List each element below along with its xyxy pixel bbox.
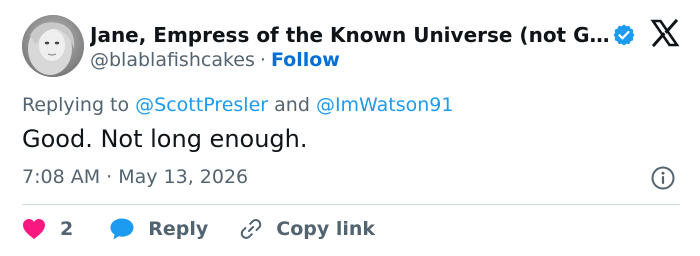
- reply-prefix: Replying to: [22, 94, 130, 116]
- info-icon[interactable]: [650, 165, 676, 191]
- heart-icon: [23, 219, 45, 239]
- reply-conjunction: and: [274, 94, 310, 116]
- copy-link-label: Copy link: [276, 218, 376, 240]
- like-count: 2: [60, 218, 74, 240]
- follow-button[interactable]: Follow: [271, 49, 340, 71]
- author-handle-row: @blablafishcakes · Follow: [90, 47, 340, 73]
- reply-label: Reply: [148, 218, 209, 240]
- tweet-text: Good. Not long enough.: [22, 125, 308, 153]
- author-handle[interactable]: @blablafishcakes: [90, 49, 255, 71]
- link-icon: [241, 219, 262, 239]
- separator-dot: ·: [259, 49, 266, 71]
- like-button[interactable]: 2: [22, 214, 73, 244]
- avatar-photo: [22, 15, 84, 77]
- tweet-card: Jane, Empress of the Known Universe (not…: [0, 0, 700, 256]
- tweet-timestamp[interactable]: 7:08 AM · May 13, 2026: [22, 164, 248, 190]
- avatar[interactable]: [22, 15, 84, 77]
- x-logo-icon[interactable]: [650, 18, 680, 48]
- copy-link-button[interactable]: Copy link: [238, 214, 375, 244]
- divider: [22, 204, 680, 205]
- reply-context: Replying to @ScottPresler and @ImWatson9…: [22, 92, 453, 118]
- reply-button[interactable]: Reply: [109, 214, 208, 244]
- mention-link-1[interactable]: @ScottPresler: [135, 94, 268, 116]
- action-bar: 2 Reply Copy link: [22, 214, 375, 244]
- speech-bubble-icon: [110, 218, 134, 240]
- verified-badge-icon: [613, 24, 635, 46]
- author-display-name[interactable]: Jane, Empress of the Known Universe (not…: [90, 22, 610, 48]
- mention-link-2[interactable]: @ImWatson91: [316, 94, 454, 116]
